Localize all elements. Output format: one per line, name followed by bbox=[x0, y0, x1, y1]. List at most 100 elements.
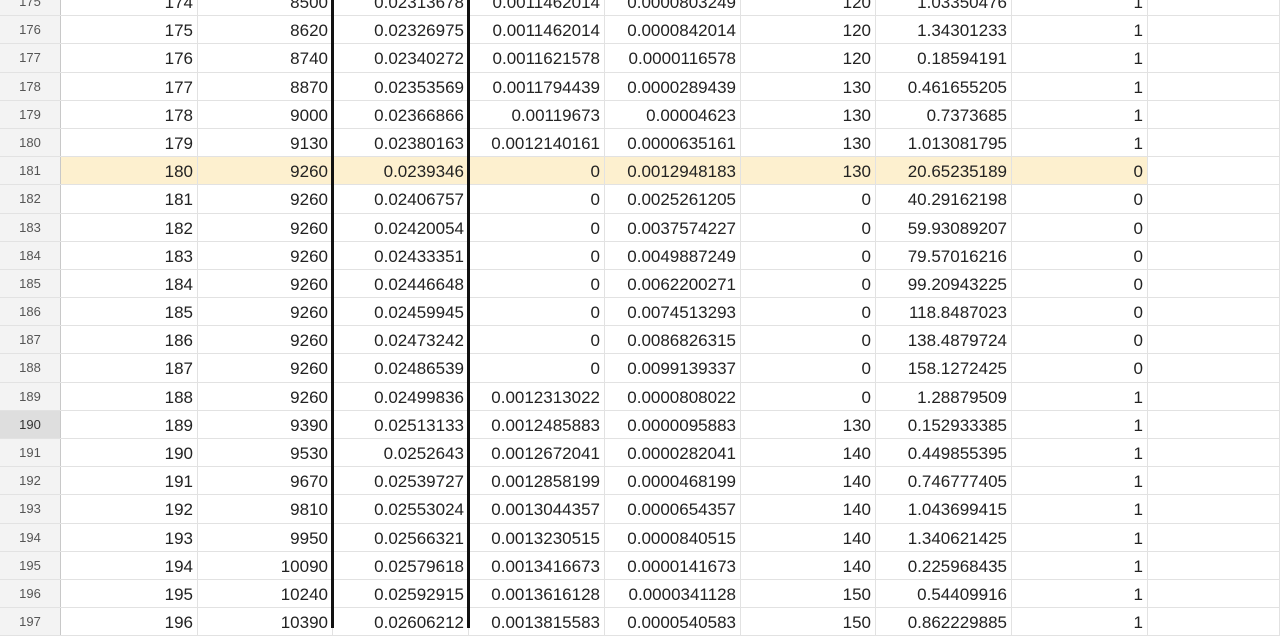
row-header[interactable]: 189 bbox=[0, 382, 61, 410]
table-cell[interactable]: 0.02353569 bbox=[333, 72, 469, 100]
row-header[interactable]: 194 bbox=[0, 523, 61, 551]
table-cell[interactable]: 0.0011462014 bbox=[469, 16, 605, 44]
row-header[interactable]: 191 bbox=[0, 439, 61, 467]
table-cell[interactable]: 0.0011621578 bbox=[469, 44, 605, 72]
row-header[interactable]: 175 bbox=[0, 0, 61, 16]
row-header[interactable]: 196 bbox=[0, 579, 61, 608]
table-cell[interactable]: 138.4879724 bbox=[876, 326, 1012, 354]
table-cell[interactable]: 1.34301233 bbox=[876, 16, 1012, 44]
row-header[interactable]: 176 bbox=[0, 16, 61, 44]
table-cell-empty[interactable] bbox=[1148, 213, 1280, 241]
table-cell-empty[interactable] bbox=[1148, 185, 1280, 213]
table-cell[interactable]: 1 bbox=[1012, 467, 1148, 495]
table-cell[interactable]: 0.0000840515 bbox=[605, 523, 741, 551]
row-header[interactable]: 181 bbox=[0, 157, 61, 185]
table-cell[interactable]: 195 bbox=[61, 579, 198, 608]
table-cell[interactable]: 0.0012948183 bbox=[605, 157, 741, 185]
table-cell[interactable]: 178 bbox=[61, 100, 198, 128]
table-cell[interactable]: 0 bbox=[1012, 269, 1148, 298]
table-cell-empty[interactable] bbox=[1148, 16, 1280, 44]
table-cell-empty[interactable] bbox=[1148, 608, 1280, 636]
table-cell[interactable]: 130 bbox=[741, 72, 876, 100]
table-cell[interactable]: 0.0086826315 bbox=[605, 326, 741, 354]
table-cell[interactable]: 9260 bbox=[198, 298, 333, 326]
table-cell[interactable]: 8740 bbox=[198, 44, 333, 72]
table-cell[interactable]: 130 bbox=[741, 128, 876, 157]
table-cell[interactable]: 0 bbox=[741, 241, 876, 269]
table-cell[interactable]: 0.0000540583 bbox=[605, 608, 741, 636]
table-cell[interactable]: 99.20943225 bbox=[876, 269, 1012, 298]
table-cell[interactable]: 9260 bbox=[198, 382, 333, 410]
table-cell[interactable]: 0.746777405 bbox=[876, 467, 1012, 495]
table-cell[interactable]: 10240 bbox=[198, 579, 333, 608]
table-cell[interactable]: 10090 bbox=[198, 551, 333, 579]
table-cell[interactable]: 190 bbox=[61, 439, 198, 467]
table-cell[interactable]: 9260 bbox=[198, 185, 333, 213]
table-cell[interactable]: 120 bbox=[741, 16, 876, 44]
table-cell[interactable]: 0.02592915 bbox=[333, 579, 469, 608]
table-cell[interactable]: 10390 bbox=[198, 608, 333, 636]
table-cell[interactable]: 185 bbox=[61, 298, 198, 326]
table-cell[interactable]: 193 bbox=[61, 523, 198, 551]
table-cell[interactable]: 0.0012672041 bbox=[469, 439, 605, 467]
table-cell[interactable]: 0.0012140161 bbox=[469, 128, 605, 157]
table-cell[interactable]: 0.0025261205 bbox=[605, 185, 741, 213]
table-cell[interactable]: 140 bbox=[741, 439, 876, 467]
table-cell[interactable]: 0.0013416673 bbox=[469, 551, 605, 579]
table-cell[interactable]: 0.00119673 bbox=[469, 100, 605, 128]
table-cell[interactable]: 0 bbox=[741, 354, 876, 382]
table-cell[interactable]: 9000 bbox=[198, 100, 333, 128]
table-cell[interactable]: 0 bbox=[469, 298, 605, 326]
table-cell[interactable]: 174 bbox=[61, 0, 198, 16]
table-cell-empty[interactable] bbox=[1148, 241, 1280, 269]
row-header[interactable]: 190 bbox=[0, 410, 61, 438]
table-cell[interactable]: 0.0013044357 bbox=[469, 495, 605, 523]
table-cell[interactable]: 8870 bbox=[198, 72, 333, 100]
table-cell[interactable]: 8500 bbox=[198, 0, 333, 16]
table-cell[interactable]: 1 bbox=[1012, 410, 1148, 438]
table-cell[interactable]: 0.0013815583 bbox=[469, 608, 605, 636]
table-cell[interactable]: 0 bbox=[469, 157, 605, 185]
table-cell[interactable]: 8620 bbox=[198, 16, 333, 44]
table-cell-empty[interactable] bbox=[1148, 354, 1280, 382]
table-cell[interactable]: 0.02380163 bbox=[333, 128, 469, 157]
table-cell-empty[interactable] bbox=[1148, 467, 1280, 495]
table-cell[interactable]: 0 bbox=[1012, 241, 1148, 269]
table-cell[interactable]: 0.02459945 bbox=[333, 298, 469, 326]
row-header[interactable]: 195 bbox=[0, 551, 61, 579]
table-cell[interactable]: 0.0000654357 bbox=[605, 495, 741, 523]
table-cell[interactable]: 1.03350476 bbox=[876, 0, 1012, 16]
table-cell-empty[interactable] bbox=[1148, 269, 1280, 298]
table-cell[interactable]: 9810 bbox=[198, 495, 333, 523]
table-cell[interactable]: 189 bbox=[61, 410, 198, 438]
table-cell[interactable]: 0.02499836 bbox=[333, 382, 469, 410]
table-cell[interactable]: 0.0099139337 bbox=[605, 354, 741, 382]
table-cell[interactable]: 9130 bbox=[198, 128, 333, 157]
table-cell[interactable]: 194 bbox=[61, 551, 198, 579]
row-header[interactable]: 182 bbox=[0, 185, 61, 213]
table-cell[interactable]: 1 bbox=[1012, 523, 1148, 551]
table-cell[interactable]: 0.225968435 bbox=[876, 551, 1012, 579]
table-cell[interactable]: 0.0012485883 bbox=[469, 410, 605, 438]
table-cell-empty[interactable] bbox=[1148, 128, 1280, 157]
table-cell[interactable]: 9260 bbox=[198, 326, 333, 354]
table-cell[interactable]: 140 bbox=[741, 551, 876, 579]
table-cell[interactable]: 192 bbox=[61, 495, 198, 523]
table-cell-empty[interactable] bbox=[1148, 579, 1280, 608]
table-cell[interactable]: 0 bbox=[1012, 157, 1148, 185]
table-cell[interactable]: 0 bbox=[741, 326, 876, 354]
table-cell-empty[interactable] bbox=[1148, 157, 1280, 185]
row-header[interactable]: 186 bbox=[0, 298, 61, 326]
table-cell[interactable]: 0.02406757 bbox=[333, 185, 469, 213]
table-cell-empty[interactable] bbox=[1148, 44, 1280, 72]
table-cell[interactable]: 120 bbox=[741, 44, 876, 72]
table-cell-empty[interactable] bbox=[1148, 523, 1280, 551]
table-cell[interactable]: 9260 bbox=[198, 157, 333, 185]
row-header[interactable]: 178 bbox=[0, 72, 61, 100]
table-cell[interactable]: 140 bbox=[741, 495, 876, 523]
table-cell[interactable]: 1 bbox=[1012, 128, 1148, 157]
table-cell[interactable]: 0 bbox=[469, 326, 605, 354]
row-header[interactable]: 197 bbox=[0, 608, 61, 636]
table-cell[interactable]: 0.02446648 bbox=[333, 269, 469, 298]
table-cell[interactable]: 177 bbox=[61, 72, 198, 100]
